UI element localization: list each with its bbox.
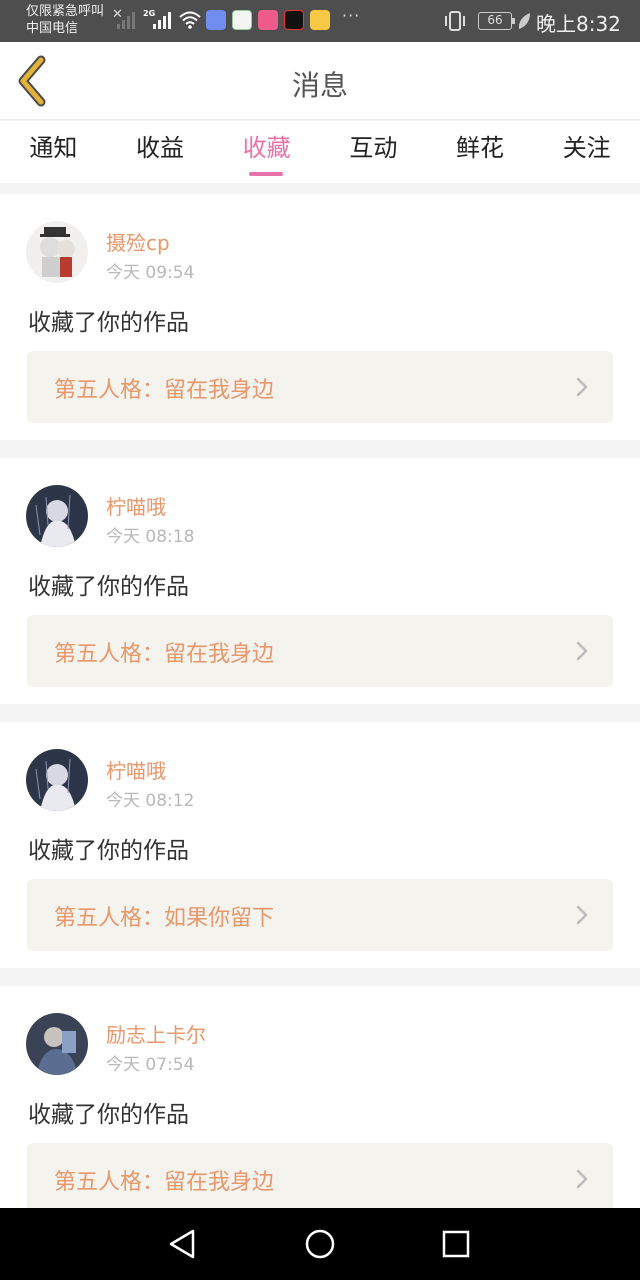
user-name[interactable]: 柠喵哦: [106, 755, 166, 784]
work-link[interactable]: 第五人格：留在我身边: [27, 615, 613, 687]
tab-follows[interactable]: 关注: [533, 121, 640, 183]
tab-interactions[interactable]: 互动: [320, 121, 427, 183]
user-name[interactable]: 励志上卡尔: [106, 1019, 206, 1048]
signal-empty-icon: [117, 12, 135, 29]
avatar[interactable]: [26, 1013, 88, 1075]
more-notifications-icon: ···: [342, 6, 361, 25]
tab-notifications[interactable]: 通知: [0, 121, 107, 183]
tab-earnings[interactable]: 收益: [107, 121, 214, 183]
status-bar: 仅限紧急呼叫 中国电信 ✕ 2G ··· 66 晚上8:32: [0, 0, 640, 42]
timestamp: 今天 07:54: [106, 1055, 195, 1075]
work-title: 第五人格：留在我身边: [54, 378, 275, 403]
chevron-right-icon: [576, 641, 588, 661]
page-header: 消息: [0, 42, 640, 120]
triangle-back-icon[interactable]: [165, 1226, 201, 1262]
work-link[interactable]: 第五人格：如果你留下: [27, 879, 613, 951]
tab-flowers[interactable]: 鲜花: [427, 121, 534, 183]
weibo-icon: [310, 10, 330, 30]
avatar[interactable]: [26, 749, 88, 811]
wifi-icon: [179, 11, 201, 29]
timestamp: 今天 08:18: [106, 527, 195, 547]
list-item: 摄殓cp 今天 09:54 收藏了你的作品 第五人格：留在我身边: [0, 194, 640, 440]
notification-list: 摄殓cp 今天 09:54 收藏了你的作品 第五人格：留在我身边 柠喵哦 今天 …: [0, 194, 640, 1250]
signal-icon: [153, 12, 171, 29]
action-text: 收藏了你的作品: [28, 1102, 189, 1128]
status-carrier-info: 仅限紧急呼叫 中国电信: [26, 3, 104, 37]
user-name[interactable]: 摄殓cp: [106, 227, 170, 256]
action-text: 收藏了你的作品: [28, 310, 189, 336]
action-text: 收藏了你的作品: [28, 838, 189, 864]
chevron-right-icon: [576, 905, 588, 925]
page-title: 消息: [291, 69, 348, 102]
avatar[interactable]: [26, 221, 88, 283]
square-recent-icon[interactable]: [438, 1226, 474, 1262]
work-link[interactable]: 第五人格：留在我身边: [27, 351, 613, 423]
action-text: 收藏了你的作品: [28, 574, 189, 600]
tiktok-icon: [284, 10, 304, 30]
avatar[interactable]: [26, 485, 88, 547]
chevron-right-icon: [576, 377, 588, 397]
timestamp: 今天 09:54: [106, 263, 195, 283]
notification-app-icons: [206, 10, 330, 30]
list-item: 柠喵哦 今天 08:12 收藏了你的作品 第五人格：如果你留下: [0, 722, 640, 968]
chevron-right-icon: [576, 1169, 588, 1189]
message-tabs: 通知 收益 收藏 互动 鲜花 关注: [0, 121, 640, 183]
work-title: 第五人格：如果你留下: [54, 906, 275, 931]
tab-favorites[interactable]: 收藏: [213, 121, 320, 183]
work-title: 第五人格：留在我身边: [54, 1170, 275, 1195]
play-store-icon: [232, 10, 252, 30]
battery-level: 66: [487, 13, 503, 27]
list-item: 柠喵哦 今天 08:18 收藏了你的作品 第五人格：留在我身边: [0, 458, 640, 704]
vibrate-icon: [445, 11, 465, 31]
work-title: 第五人格：留在我身边: [54, 642, 275, 667]
work-link[interactable]: 第五人格：留在我身边: [27, 1143, 613, 1215]
user-name[interactable]: 柠喵哦: [106, 491, 166, 520]
system-nav-bar: [0, 1208, 640, 1280]
emergency-only-text: 仅限紧急呼叫: [26, 4, 105, 19]
battery-icon: 66: [478, 12, 515, 30]
list-item: 励志上卡尔 今天 07:54 收藏了你的作品 第五人格：留在我身边: [0, 986, 640, 1232]
netease-music-icon: [258, 10, 278, 30]
power-saving-leaf-icon: [518, 13, 530, 29]
clock: 晚上8:32: [536, 12, 621, 36]
timestamp: 今天 08:12: [106, 791, 195, 811]
music-app-icon: [206, 10, 226, 30]
circle-home-icon[interactable]: [302, 1226, 338, 1262]
carrier-name: 中国电信: [26, 21, 79, 36]
